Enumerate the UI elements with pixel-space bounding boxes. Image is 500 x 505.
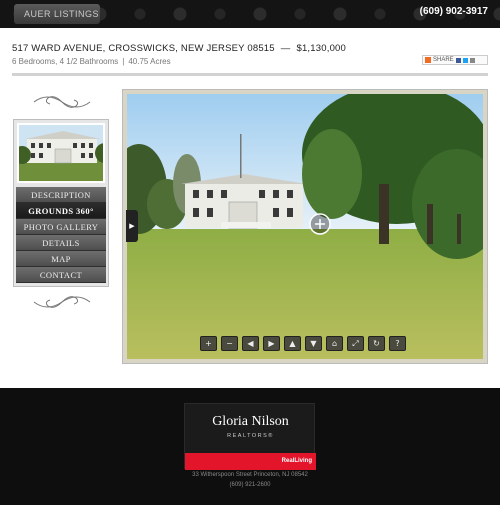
share-plus-icon (425, 57, 431, 63)
footer-phone[interactable]: (609) 921-2600 (0, 482, 500, 488)
menu-item-map[interactable]: MAP (16, 251, 106, 267)
panorama-viewer-frame (122, 89, 488, 364)
share-button[interactable]: SHARE (422, 55, 488, 65)
agent-name: Gloria Nilson (212, 414, 289, 429)
property-thumbnail[interactable] (17, 123, 105, 183)
arrow-down-icon[interactable]: ▼ (305, 336, 322, 351)
menu-item-details[interactable]: DETAILS (16, 235, 106, 251)
side-panel-toggle[interactable]: ▶ (126, 210, 138, 242)
viewer-controls: + − ◀ ▶ ▲ ▼ ⌂ ⤢ ↻ ? (200, 336, 406, 351)
help-icon[interactable]: ? (389, 336, 406, 351)
menu-item-photo-gallery[interactable]: PHOTO GALLERY (16, 219, 106, 235)
home-icon[interactable]: ⌂ (326, 336, 343, 351)
fullscreen-icon[interactable]: ⤢ (347, 336, 364, 351)
agent-sub: REALTORS® (227, 433, 274, 439)
zoom-out-icon[interactable]: − (221, 336, 238, 351)
listing-details: 6 Bedrooms, 4 1/2 Bathrooms (12, 57, 119, 66)
panorama-image[interactable] (127, 94, 483, 359)
property-menu: DESCRIPTION GROUNDS 360° PHOTO GALLERY D… (16, 187, 106, 283)
listing-acres: 40.75 Acres (128, 57, 171, 66)
address-dash: — (280, 43, 291, 54)
agent-tagline: RealLiving (281, 458, 312, 464)
refresh-icon[interactable]: ↻ (368, 336, 385, 351)
footer-address: 33 Witherspoon Street Princeton, NJ 0854… (192, 472, 308, 478)
listing-address: 517 WARD AVENUE, CROSSWICKS, NEW JERSEY … (12, 43, 275, 54)
top-bar: AUER LISTINGS (609) 902-3917 (0, 0, 500, 28)
side-panel: DESCRIPTION GROUNDS 360° PHOTO GALLERY D… (13, 119, 109, 287)
twitter-icon[interactable] (462, 57, 468, 63)
menu-item-grounds-360[interactable]: GROUNDS 360° (16, 203, 106, 219)
flourish-ornament-bottom (33, 296, 91, 308)
email-icon[interactable] (469, 57, 475, 63)
arrow-left-icon[interactable]: ◀ (242, 336, 259, 351)
listing-details-line: 6 Bedrooms, 4 1/2 Bathrooms | 40.75 Acres (12, 57, 171, 66)
header-divider (12, 73, 488, 76)
header-phone[interactable]: (609) 902-3917 (420, 6, 488, 17)
arrow-right-icon[interactable]: ▶ (263, 336, 280, 351)
menu-item-contact[interactable]: CONTACT (16, 267, 106, 283)
menu-item-description[interactable]: DESCRIPTION (16, 187, 106, 203)
details-separator: | (122, 57, 125, 66)
panorama-viewer[interactable] (127, 94, 483, 359)
footer: Gloria Nilson REALTORS® RealLiving 33 Wi… (0, 388, 500, 505)
listing-address-line: 517 WARD AVENUE, CROSSWICKS, NEW JERSEY … (12, 43, 346, 54)
logo-red-bar: RealLiving (185, 453, 316, 470)
listing-price: $1,130,000 (296, 43, 347, 54)
facebook-icon[interactable] (455, 57, 461, 63)
brand-tab[interactable]: AUER LISTINGS (14, 4, 100, 24)
share-label: SHARE (433, 57, 454, 63)
flourish-ornament-top (33, 96, 91, 108)
zoom-in-icon[interactable]: + (200, 336, 217, 351)
agent-logo[interactable]: Gloria Nilson REALTORS® RealLiving (184, 403, 316, 470)
arrow-up-icon[interactable]: ▲ (284, 336, 301, 351)
